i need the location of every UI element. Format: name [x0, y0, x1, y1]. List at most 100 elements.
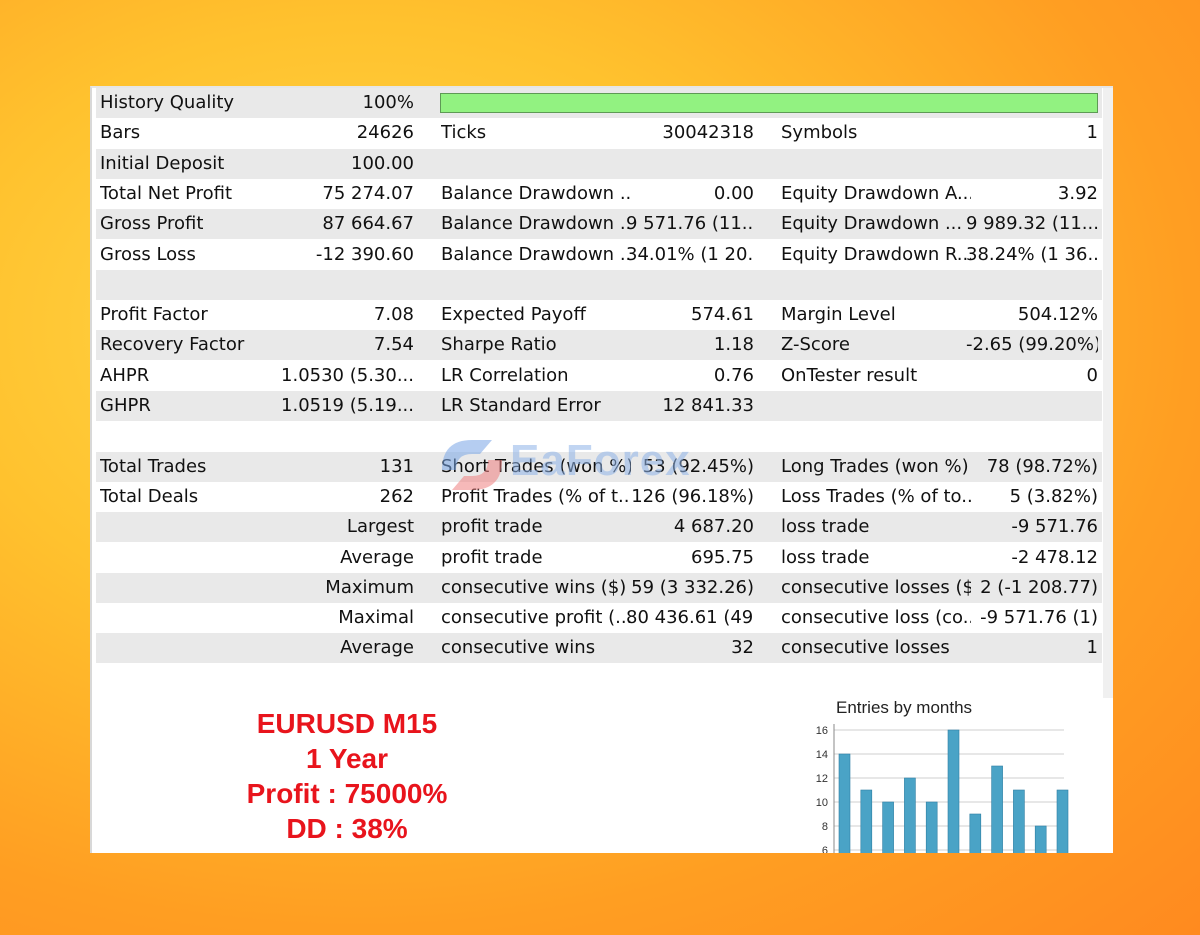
table-row: [96, 664, 1102, 694]
entries-by-months-chart: Entries by months 16 14 12 10 8 6: [816, 698, 1069, 853]
row-value: Maximal: [338, 607, 414, 629]
row-label: Z-Score: [781, 334, 850, 356]
eaforex-watermark: EaForex: [432, 430, 792, 500]
chart-bar: [925, 801, 938, 853]
row-value: 100.00: [351, 152, 414, 174]
chart-bar: [947, 729, 960, 853]
table-row: Maximal consecutive profit (... 80 436.61 …: [96, 603, 1102, 633]
row-label: consecutive losses: [781, 637, 950, 659]
row-value: -2.65 (99.20%): [966, 334, 1098, 356]
promo-line-drawdown: DD : 38%: [286, 813, 408, 844]
row-value: Maximum: [325, 576, 414, 598]
table-row: Bars 24626 Ticks 30042318 Symbols 1: [96, 118, 1102, 148]
row-value: 3.92: [1057, 182, 1098, 204]
table-row: Gross Loss -12 390.60 Balance Drawdown ...…: [96, 240, 1102, 270]
row-value: 38.24% (1 36...: [966, 243, 1098, 265]
row-value: Average: [340, 546, 414, 568]
table-row: Average profit trade 695.75 loss trade -2 47…: [96, 543, 1102, 573]
row-value: 80 436.61 (49): [626, 607, 754, 629]
row-label: Equity Drawdown ...: [781, 213, 963, 235]
row-value: -12 390.60: [315, 243, 414, 265]
row-label: Margin Level: [781, 304, 896, 326]
row-value: -9 571.76: [1011, 516, 1098, 538]
history-quality-row: History Quality 100%: [96, 88, 1102, 118]
row-label: LR Correlation: [441, 364, 569, 386]
table-row: Total Net Profit 75 274.07 Balance Drawdow…: [96, 179, 1102, 209]
row-value: 0.76: [713, 364, 754, 386]
row-value: 7.08: [373, 304, 414, 326]
tester-report-panel: History Quality 100% Bars 24626 Ticks 30042…: [90, 86, 1113, 853]
row-label: profit trade: [441, 546, 543, 568]
row-label: loss trade: [781, 546, 870, 568]
row-value: 75 274.07: [322, 182, 414, 204]
table-row: Largest profit trade 4 687.20 loss trade -9 …: [96, 512, 1102, 543]
eaforex-logo-icon: [442, 440, 502, 490]
promo-text: EURUSD M15 1 Year Profit : 75000% DD : 3…: [222, 706, 472, 846]
row-value: 695.75: [691, 546, 754, 568]
row-label: consecutive profit (...: [441, 607, 631, 629]
row-label: Balance Drawdown ...: [441, 182, 631, 204]
table-row: Maximum consecutive wins ($) 59 (3 332.26)…: [96, 572, 1102, 603]
row-label: Ticks: [441, 122, 487, 144]
row-value: 1.0519 (5.19...: [281, 395, 414, 416]
row-value: 262: [379, 485, 414, 507]
row-value: 32: [731, 637, 754, 659]
row-label: loss trade: [781, 516, 870, 538]
row-label: consecutive losses ($): [781, 576, 971, 598]
vertical-scrollbar[interactable]: [1103, 88, 1113, 698]
table-row: Recovery Factor 7.54 Sharpe Ratio 1.18 Z-Sco…: [96, 330, 1102, 361]
row-value: 78 (98.72%): [986, 455, 1098, 477]
row-label: Balance Drawdown ...: [441, 213, 631, 235]
row-value: 9 571.76 (11....: [626, 213, 754, 235]
row-value: 504.12%: [1017, 304, 1098, 326]
row-value: 30042318: [662, 122, 754, 144]
table-row: AHPR 1.0530 (5.30... LR Correlation 0.76 OnT…: [96, 361, 1102, 391]
row-label: consecutive wins: [441, 637, 596, 659]
row-value: 1: [1086, 637, 1098, 659]
row-label: consecutive loss (co...: [781, 607, 971, 629]
row-value: 59 (3 332.26): [631, 576, 754, 598]
chart-bar: [1056, 789, 1069, 853]
row-value: 9 989.32 (11....: [966, 213, 1098, 235]
row-value: 5 (3.82%): [1009, 485, 1098, 507]
y-tick-label: 6: [822, 845, 828, 853]
chart-bar: [969, 813, 982, 853]
row-label: Symbols: [781, 122, 858, 144]
y-tick-label: 12: [816, 773, 828, 785]
chart-bar: [882, 801, 894, 853]
row-label: profit trade: [441, 516, 543, 538]
row-label: Equity Drawdown R...: [781, 243, 971, 265]
row-label: LR Standard Error: [441, 395, 601, 416]
watermark-text: EaForex: [510, 436, 691, 485]
chart-bar: [904, 777, 916, 853]
y-tick-label: 8: [822, 821, 828, 833]
promo-line-period: 1 Year: [305, 743, 389, 774]
row-value: 2 (-1 208.77): [980, 576, 1098, 598]
table-row: Gross Profit 87 664.67 Balance Drawdown ..…: [96, 209, 1102, 240]
row-value: 4 687.20: [673, 516, 754, 538]
chart-bar: [991, 765, 1003, 853]
chart-title: Entries by months: [836, 698, 972, 717]
promo-line-symbol: EURUSD M15: [256, 708, 438, 739]
row-value: 7.54: [373, 334, 414, 356]
row-label: Balance Drawdown ...: [441, 243, 631, 265]
chart-bar: [838, 753, 851, 853]
row-value: 87 664.67: [322, 213, 414, 235]
row-value: 0: [1086, 364, 1098, 386]
row-label: OnTester result: [781, 364, 918, 386]
y-tick-label: 14: [816, 749, 828, 761]
chart-bar: [860, 789, 873, 853]
row-value: -9 571.76 (1): [980, 607, 1098, 629]
y-tick-label: 16: [816, 725, 828, 737]
table-row: Initial Deposit 100.00: [96, 148, 1102, 179]
row-value: -2 478.12: [1011, 546, 1098, 568]
chart-bar: [1034, 825, 1047, 853]
row-label: Equity Drawdown A...: [781, 182, 971, 204]
history-quality-value: 100%: [362, 92, 414, 113]
row-value: 24626: [356, 122, 414, 144]
row-value: 574.61: [691, 304, 754, 326]
row-value: Average: [340, 637, 414, 659]
row-value: 12 841.33: [662, 395, 754, 416]
promo-line-profit: Profit : 75000%: [246, 778, 448, 809]
row-label: Expected Payoff: [441, 304, 586, 326]
